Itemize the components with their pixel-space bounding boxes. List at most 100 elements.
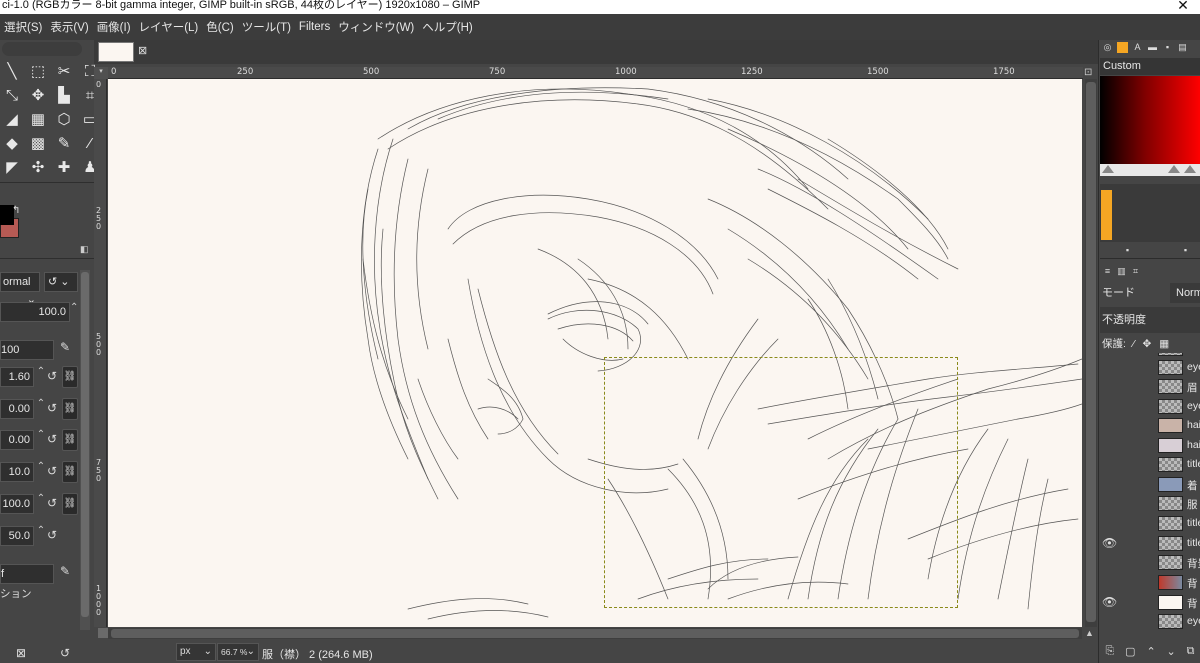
zoom-to-fit-icon[interactable]: ⊡ (1084, 67, 1096, 79)
reset-tool-options-icon[interactable]: ↺ (60, 646, 70, 660)
lock-pixels-icon[interactable]: ⁄ (1133, 338, 1135, 350)
menu-tools[interactable]: ツール(T) (238, 19, 295, 35)
3d-transform-tool-icon[interactable]: ⬡ (52, 108, 76, 130)
swap-colors-icon[interactable]: ↰ (12, 205, 20, 216)
angle-field[interactable]: 0.00 (0, 430, 34, 450)
layer-row[interactable]: 👁 背 (1100, 593, 1200, 612)
size-stepper-icon[interactable]: ⌃ (34, 366, 48, 388)
selection-marquee[interactable] (604, 357, 958, 608)
layers-tab-icon[interactable]: ≡ (1102, 266, 1113, 277)
menu-filters[interactable]: Filters (295, 21, 334, 33)
canvas-vertical-scrollbar-thumb[interactable] (1086, 82, 1096, 622)
layer-row[interactable]: eye (1100, 612, 1200, 631)
color-selector-mode[interactable]: Custom (1100, 58, 1200, 75)
brush-edit-icon[interactable]: ✎ (60, 340, 76, 358)
canvas-horizontal-scrollbar-thumb[interactable] (111, 629, 1079, 638)
image-tab-thumbnail[interactable] (98, 42, 134, 62)
layer-visibility-eye-icon[interactable]: 👁 (1102, 596, 1120, 609)
spacing-stepper-icon[interactable]: ⌃ (34, 461, 48, 483)
layer-mode-select[interactable]: Norm (1170, 283, 1200, 303)
layer-row[interactable]: 眉 (1100, 377, 1200, 396)
align-tool-icon[interactable]: ▙ (52, 84, 76, 106)
angle-reset-icon[interactable]: ↺ (47, 432, 57, 446)
color-hue-slider[interactable] (1100, 164, 1200, 176)
zoom-out-icon[interactable]: ▪ (1122, 245, 1133, 256)
paint-mode-select[interactable]: ormal ⌄ (0, 272, 40, 306)
reset-colors-icon[interactable]: ◧ (80, 244, 90, 254)
force-stepper-icon[interactable]: ⌃ (34, 525, 48, 547)
hardness-field[interactable]: 100.0 (0, 494, 34, 514)
hardness-stepper-icon[interactable]: ⌃ (34, 493, 48, 515)
layer-row[interactable]: 👁 title (1100, 534, 1200, 553)
unit-select[interactable]: px ⌄ (176, 643, 216, 661)
fonts-tab-icon[interactable]: ▤ (1177, 42, 1188, 53)
airbrush-tool-icon[interactable]: ◤ (0, 156, 24, 178)
patterns-tab-icon[interactable]: ▪ (1162, 42, 1173, 53)
new-layer-icon[interactable]: ⎘ (1105, 645, 1114, 663)
spacing-field[interactable]: 10.0 (0, 462, 34, 482)
paint-mode-reset-select[interactable]: ↺ ⌄ (44, 272, 78, 292)
paths-tab-icon[interactable]: ⌗ (1130, 266, 1141, 277)
dynamics-edit-icon[interactable]: ✎ (60, 564, 76, 582)
color-dialog-tab-icon[interactable]: ◎ (1102, 42, 1113, 53)
unified-transform-tool-icon[interactable]: ◢ (0, 108, 24, 130)
free-select-tool-icon[interactable]: ╲ (0, 60, 24, 82)
palette-tab-icon[interactable]: A (1132, 42, 1143, 53)
brush-field[interactable]: 100 (0, 340, 54, 360)
menu-help[interactable]: ヘルプ(H) (418, 19, 476, 35)
menu-windows[interactable]: ウィンドウ(W) (334, 19, 418, 35)
size-link-icon[interactable]: ⛓ (62, 366, 78, 388)
layer-row[interactable]: 服 (1100, 494, 1200, 513)
zoom-select[interactable]: 66.7 % ⌄ (217, 643, 259, 661)
size-reset-icon[interactable]: ↺ (47, 369, 57, 383)
bucket-fill-tool-icon[interactable]: ◆ (0, 132, 24, 154)
canvas-corner-arrow-icon[interactable]: ▲ (1085, 628, 1097, 640)
angle-link-icon[interactable]: ⛓ (62, 429, 78, 451)
clone-tool-icon[interactable]: ✣ (26, 156, 50, 178)
aspect-field[interactable]: 0.00 (0, 399, 34, 419)
aspect-reset-icon[interactable]: ↺ (47, 401, 57, 415)
raise-layer-icon[interactable]: ⌃ (1146, 645, 1155, 663)
layer-row[interactable]: eye (1100, 397, 1200, 416)
fuzzy-select-tool-icon[interactable]: ⬚ (26, 60, 50, 82)
new-layer-group-icon[interactable]: ▢ (1125, 645, 1135, 663)
menu-select[interactable]: 選択(S) (0, 19, 46, 35)
move-tool-icon[interactable]: ✥ (26, 84, 50, 106)
lock-alpha-icon[interactable]: ▦ (1159, 338, 1169, 350)
menu-image[interactable]: 画像(I) (93, 19, 135, 35)
aspect-stepper-icon[interactable]: ⌃ (34, 398, 48, 420)
hardness-reset-icon[interactable]: ↺ (47, 496, 57, 510)
image-tab-close-icon[interactable]: ⊠ (138, 44, 150, 58)
window-close-button[interactable]: ✕ (1168, 0, 1198, 13)
size-field[interactable]: 1.60 (0, 367, 34, 387)
layer-row[interactable]: title (1100, 455, 1200, 474)
layer-row[interactable]: 着 (1100, 475, 1200, 494)
fg-bg-color-tab-icon[interactable] (1117, 42, 1128, 53)
aspect-link-icon[interactable]: ⛓ (62, 398, 78, 420)
layer-opacity-field[interactable]: 不透明度 (1100, 307, 1200, 333)
menu-layer[interactable]: レイヤー(L) (135, 19, 203, 35)
gradient-tool-icon[interactable]: ▩ (26, 132, 50, 154)
brushes-tab-icon[interactable]: ▬ (1147, 42, 1158, 53)
lower-layer-icon[interactable]: ⌄ (1167, 645, 1176, 663)
layer-row[interactable]: hai (1100, 436, 1200, 455)
layer-row[interactable]: 背景 (1100, 553, 1200, 572)
menu-color[interactable]: 色(C) (202, 19, 237, 35)
layers-list[interactable]: eye 眉 eye hai hai title 着 服 title 👁 title… (1100, 353, 1200, 633)
slider-handle-icon[interactable] (1168, 165, 1180, 173)
paths-tool-icon[interactable]: ⤡ (0, 84, 24, 106)
slider-handle-icon[interactable] (1184, 165, 1196, 173)
quick-mask-corner-icon[interactable]: ▾ (94, 67, 108, 79)
layer-row[interactable]: 背 (1100, 573, 1200, 592)
color-selector-area[interactable] (1100, 76, 1200, 164)
layer-row[interactable]: hai (1100, 416, 1200, 435)
zoom-in-icon[interactable]: ▪ (1180, 245, 1191, 256)
navigate-image-icon[interactable] (98, 628, 108, 638)
layer-visibility-eye-icon[interactable]: 👁 (1102, 537, 1120, 550)
tool-options-scrollbar-thumb[interactable] (81, 272, 89, 617)
layer-row[interactable]: eye (1100, 358, 1200, 377)
warp-transform-tool-icon[interactable]: ▦ (26, 108, 50, 130)
foreground-color-bar[interactable] (1101, 190, 1112, 240)
pencil-tool-icon[interactable]: ✎ (52, 132, 76, 154)
heal-tool-icon[interactable]: ✚ (52, 156, 76, 178)
